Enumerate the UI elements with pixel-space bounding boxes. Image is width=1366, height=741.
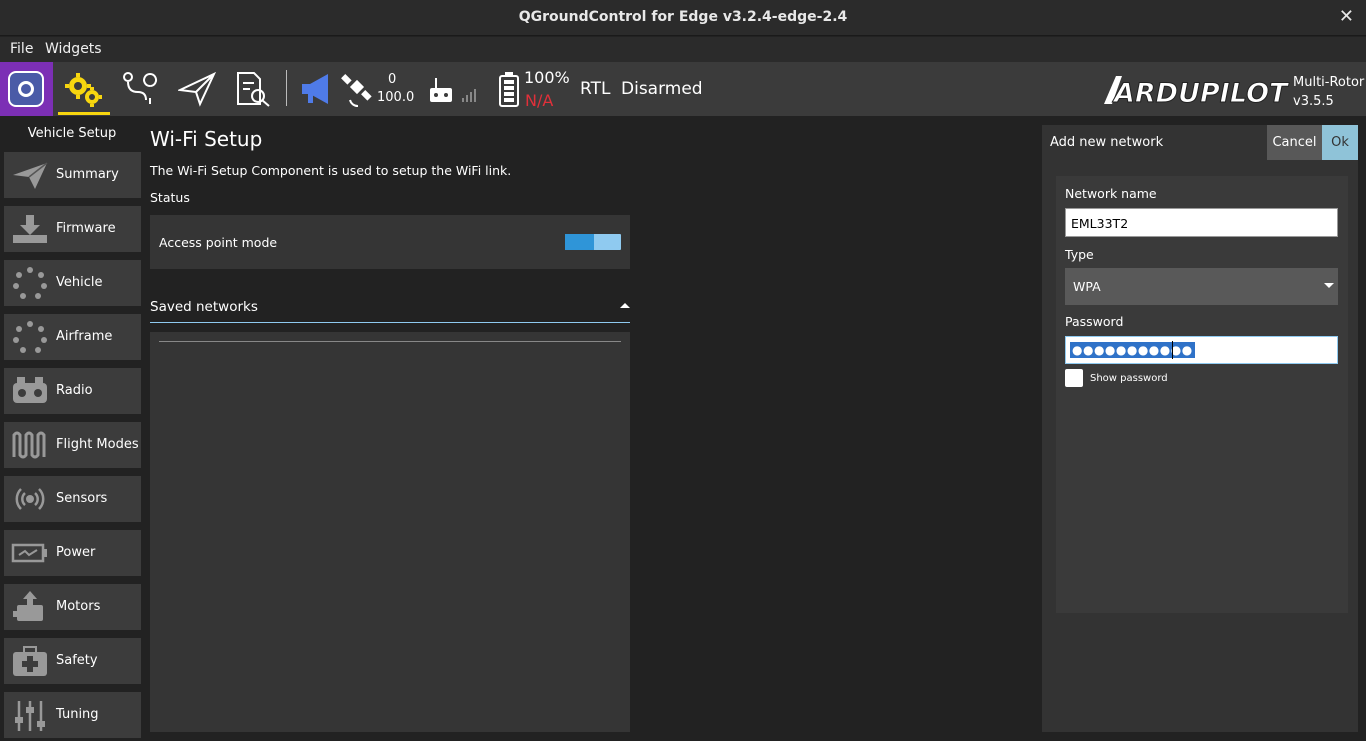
dialog-header: Add new network Cancel Ok <box>1042 125 1358 160</box>
fly-icon[interactable] <box>178 70 218 108</box>
network-name-input[interactable]: EML33T2 <box>1065 208 1338 237</box>
gears-icon[interactable] <box>64 70 104 108</box>
arm-state-indicator[interactable]: Disarmed <box>621 79 703 99</box>
sidebar-item-label: Sensors <box>56 491 108 506</box>
sidebar-item-summary[interactable]: Summary <box>4 152 141 198</box>
sidebar-item-label: Power <box>56 545 96 560</box>
motor-icon <box>13 591 43 621</box>
battery-status: N/A <box>525 91 554 110</box>
sidebar-item-label: Vehicle <box>56 275 103 290</box>
password-mask: ●●●●●●●●●●● <box>1070 342 1195 358</box>
type-select[interactable]: WPA <box>1065 268 1338 305</box>
dialog-title: Add new network <box>1050 135 1164 150</box>
gps-satellite-icon[interactable] <box>340 70 380 108</box>
cancel-button[interactable]: Cancel <box>1267 125 1322 160</box>
show-password-label: Show password <box>1090 373 1168 384</box>
sidebar-item-label: Tuning <box>56 707 99 722</box>
show-password-checkbox[interactable] <box>1065 369 1083 387</box>
sidebar-item-power[interactable]: Power <box>4 530 141 576</box>
battery-percent: 100% <box>524 68 570 87</box>
rc-transmitter-icon[interactable] <box>424 70 464 108</box>
analyze-icon[interactable] <box>234 70 274 108</box>
battery-icon[interactable] <box>496 70 522 108</box>
text-cursor <box>1172 341 1173 359</box>
ardupilot-wordmark: ARDUPILOT <box>1112 78 1290 108</box>
password-label: Password <box>1065 314 1124 329</box>
main-toolbar: 0 100.0 100% N/A RTL Disarmed ARDUPILOT … <box>0 62 1366 116</box>
sidebar-item-motors[interactable]: Motors <box>4 584 141 630</box>
collapse-arrow-icon[interactable] <box>620 303 630 308</box>
window-title: QGroundControl for Edge v3.2.4-edge-2.4 <box>518 9 848 25</box>
gps-hdop: 100.0 <box>377 90 415 105</box>
password-input[interactable]: ●●●●●●●●●●● <box>1065 336 1338 364</box>
download-icon <box>13 215 47 243</box>
sidebar-item-label: Safety <box>56 653 98 668</box>
active-tab-indicator <box>58 112 110 115</box>
sensors-icon <box>15 488 45 510</box>
sidebar-item-label: Radio <box>56 383 93 398</box>
gps-satellite-count: 0 <box>388 72 397 87</box>
sidebar-item-vehicle[interactable]: Vehicle <box>4 260 141 306</box>
menubar: File Widgets <box>0 37 1366 62</box>
ok-button[interactable]: Ok <box>1322 125 1358 160</box>
paper-plane-icon <box>13 162 48 189</box>
sidebar-item-firmware[interactable]: Firmware <box>4 206 141 252</box>
saved-networks-label: Saved networks <box>150 299 258 315</box>
plan-route-icon[interactable] <box>120 70 160 108</box>
sidebar-item-label: Firmware <box>56 221 116 236</box>
vehicle-type: Multi-Rotor <box>1293 75 1365 90</box>
saved-networks-header[interactable]: Saved networks <box>150 297 630 323</box>
sidebar-item-tuning[interactable]: Tuning <box>4 692 141 738</box>
sidebar-title: Vehicle Setup <box>27 126 117 141</box>
toolbar-separator <box>286 70 287 106</box>
wave-icon <box>12 431 46 459</box>
megaphone-icon[interactable] <box>298 70 338 108</box>
list-divider <box>159 341 621 342</box>
add-network-dialog: Add new network Cancel Ok Network name E… <box>1042 125 1358 732</box>
toggle-knob <box>565 234 594 250</box>
firmware-version: v3.5.5 <box>1293 94 1334 109</box>
saved-networks-list <box>150 332 630 732</box>
sidebar-item-sensors[interactable]: Sensors <box>4 476 141 522</box>
page-title: Wi-Fi Setup <box>150 127 263 151</box>
sidebar-item-label: Flight Modes <box>56 437 139 452</box>
status-panel: Access point mode <box>150 215 630 269</box>
type-select-value: WPA <box>1073 279 1101 294</box>
dots-circle-icon <box>13 267 47 299</box>
chevron-down-icon <box>1324 283 1334 288</box>
rc-signal-icon <box>462 89 476 102</box>
status-section-label: Status <box>150 190 190 205</box>
access-point-toggle[interactable] <box>565 234 621 250</box>
sidebar-item-label: Airframe <box>56 329 113 344</box>
network-name-label: Network name <box>1065 186 1157 201</box>
ardupilot-logo: ARDUPILOT <box>1104 76 1290 108</box>
qgc-logo-button[interactable] <box>0 62 53 116</box>
dots-circle-icon <box>13 321 47 353</box>
flight-mode-selector[interactable]: RTL <box>580 79 610 99</box>
sidebar-item-flight-modes[interactable]: Flight Modes <box>4 422 141 468</box>
qgc-logo-icon <box>8 71 44 107</box>
sidebar-item-airframe[interactable]: Airframe <box>4 314 141 360</box>
sidebar-item-label: Summary <box>56 167 119 182</box>
sliders-icon <box>15 701 45 731</box>
sidebar-item-safety[interactable]: Safety <box>4 638 141 684</box>
close-icon[interactable]: ✕ <box>1339 6 1354 27</box>
access-point-label: Access point mode <box>159 235 278 250</box>
sidebar-item-label: Motors <box>56 599 101 614</box>
type-label: Type <box>1065 247 1094 262</box>
menu-widgets[interactable]: Widgets <box>45 41 102 57</box>
battery-icon <box>11 543 47 563</box>
radio-icon <box>13 377 47 403</box>
network-form: Network name EML33T2 Type WPA Password ●… <box>1056 176 1348 613</box>
first-aid-icon <box>13 646 47 676</box>
page-description: The Wi-Fi Setup Component is used to set… <box>150 163 512 178</box>
sidebar-item-radio[interactable]: Radio <box>4 368 141 414</box>
window-titlebar: QGroundControl for Edge v3.2.4-edge-2.4 … <box>0 0 1366 36</box>
menu-file[interactable]: File <box>10 41 33 57</box>
